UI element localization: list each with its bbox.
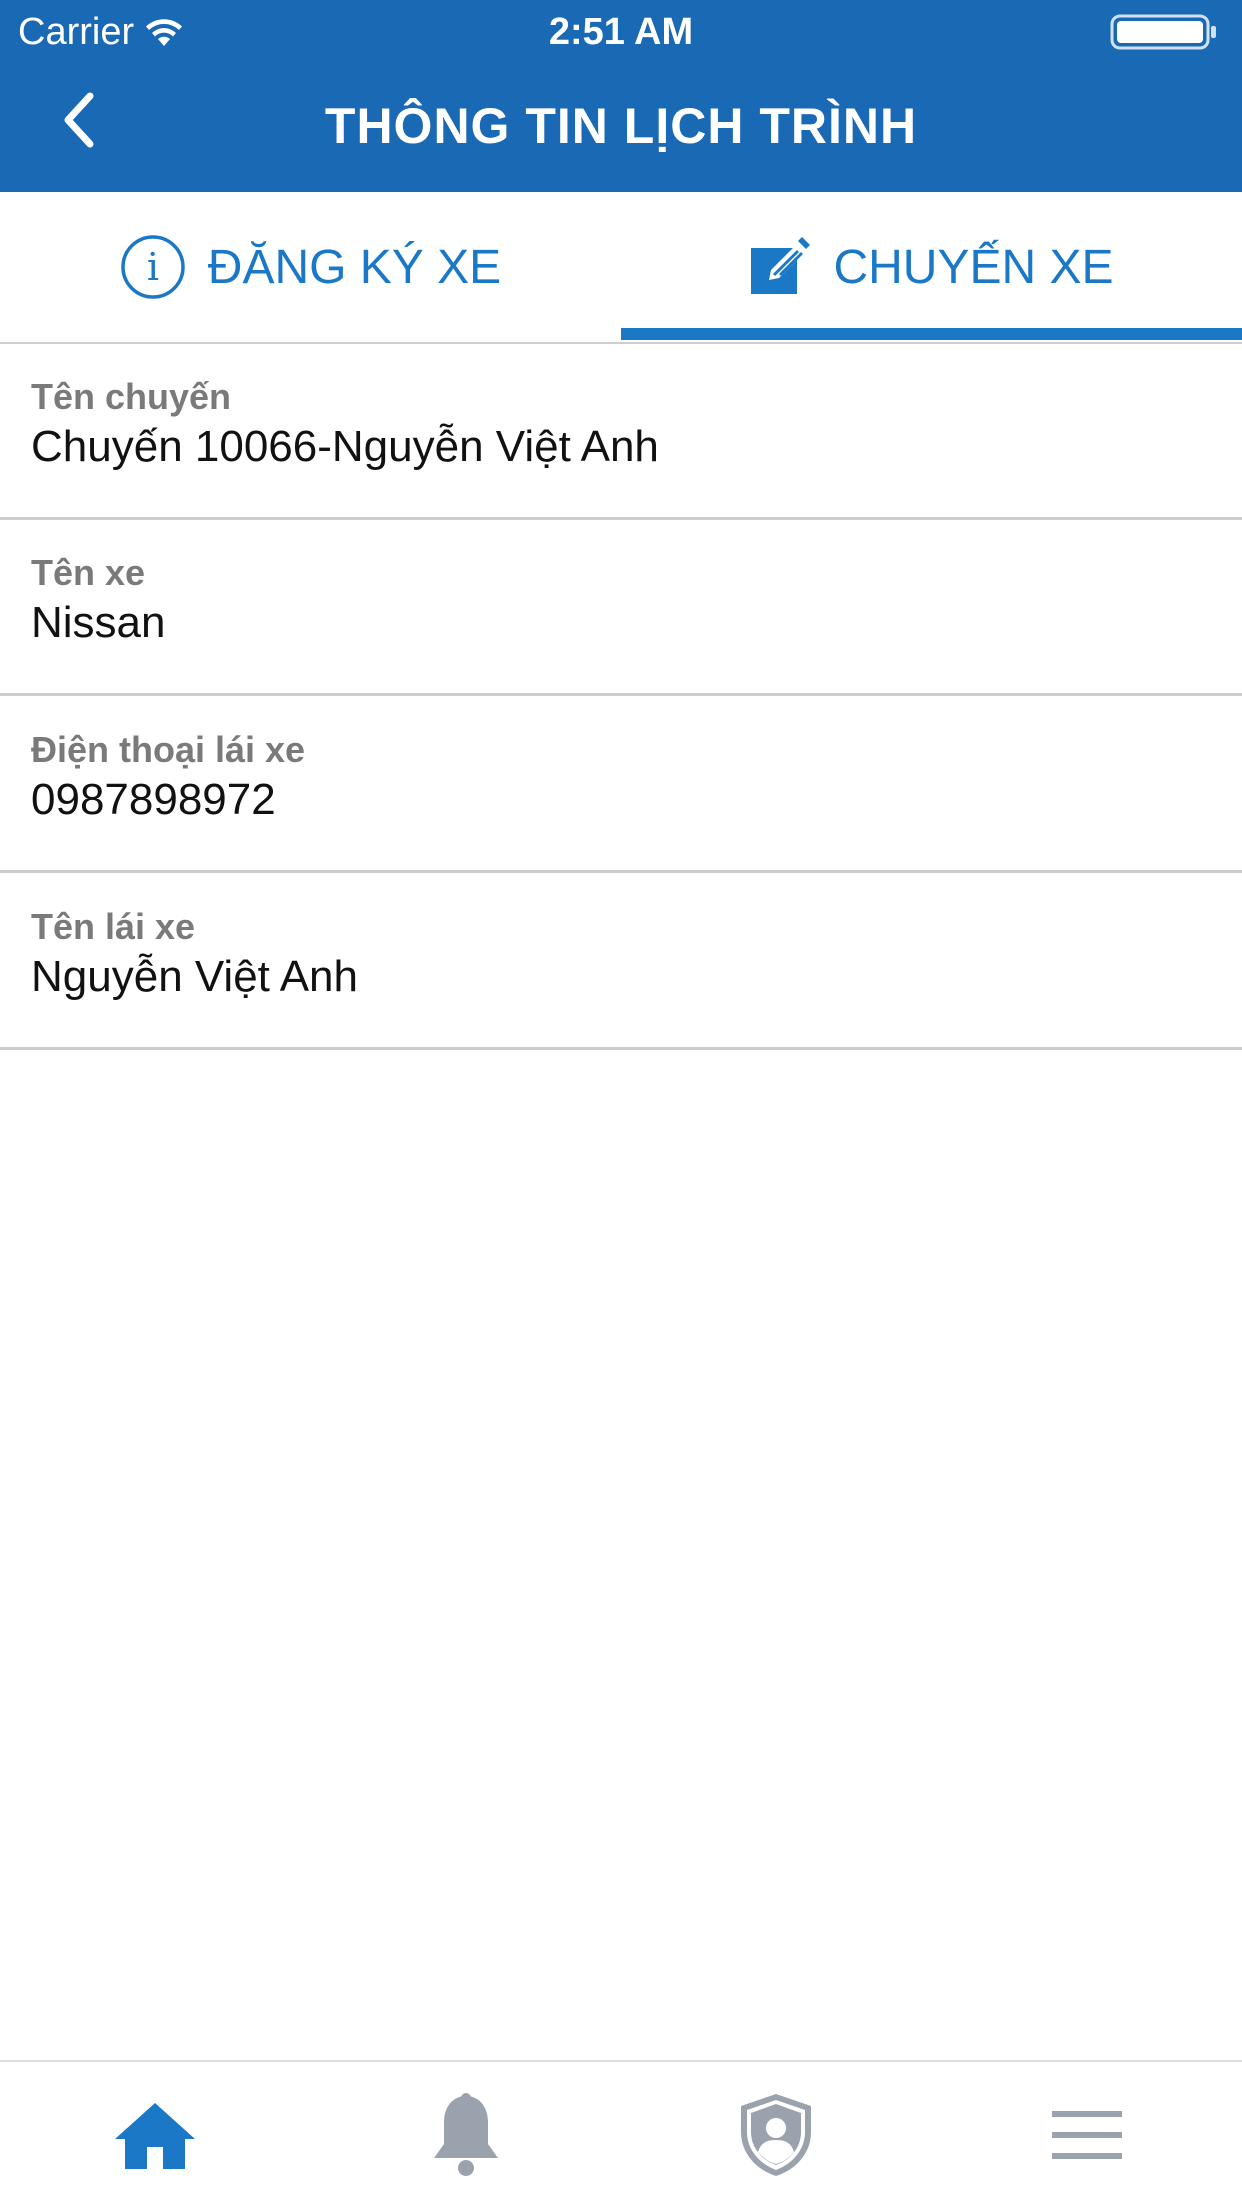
home-icon (115, 2103, 195, 2169)
tab-label: CHUYẾN XE (833, 240, 1114, 294)
svg-text:i: i (147, 245, 159, 289)
tab-label: ĐĂNG KÝ XE (207, 240, 502, 294)
info-icon: i (121, 235, 185, 299)
field-value: Chuyến 10066-Nguyễn Việt Anh (31, 422, 659, 471)
field-trip-name: Tên chuyến Chuyến 10066-Nguyễn Việt Anh (0, 344, 1242, 520)
bell-icon (434, 2093, 498, 2176)
nav-home[interactable] (110, 2090, 200, 2180)
active-tab-indicator (621, 328, 1242, 340)
field-label: Tên chuyến (31, 376, 232, 417)
menu-icon (1052, 2111, 1122, 2159)
nav-menu[interactable] (1042, 2090, 1132, 2180)
field-value: Nissan (31, 598, 166, 647)
nav-account[interactable] (731, 2090, 821, 2180)
top-bar: Carrier 2:51 AM THÔNG TIN LỊCH TRÌNH (0, 0, 1242, 192)
status-time: 2:51 AM (548, 11, 694, 53)
tab-vehicle-registration[interactable]: i ĐĂNG KÝ XE (0, 192, 621, 342)
edit-icon (751, 237, 811, 294)
bottom-nav (0, 2060, 1242, 2210)
shield-user-icon (741, 2094, 811, 2176)
field-label: Tên lái xe (31, 906, 196, 947)
battery-icon (1110, 14, 1216, 50)
field-vehicle-name: Tên xe Nissan (0, 520, 1242, 696)
field-label: Tên xe (31, 552, 146, 593)
field-driver-name: Tên lái xe Nguyễn Việt Anh (0, 874, 1242, 1050)
tab-bar: i ĐĂNG KÝ XE CHUYẾN XE (0, 192, 1242, 344)
field-value: Nguyễn Việt Anh (31, 952, 358, 1001)
nav-notifications[interactable] (421, 2090, 511, 2180)
field-driver-phone: Điện thoại lái xe 0987898972 (0, 697, 1242, 873)
tab-trip[interactable]: CHUYẾN XE (621, 192, 1242, 342)
page-title: THÔNG TIN LỊCH TRÌNH (324, 98, 918, 154)
field-label: Điện thoại lái xe (31, 729, 306, 770)
field-value: 0987898972 (31, 775, 276, 824)
